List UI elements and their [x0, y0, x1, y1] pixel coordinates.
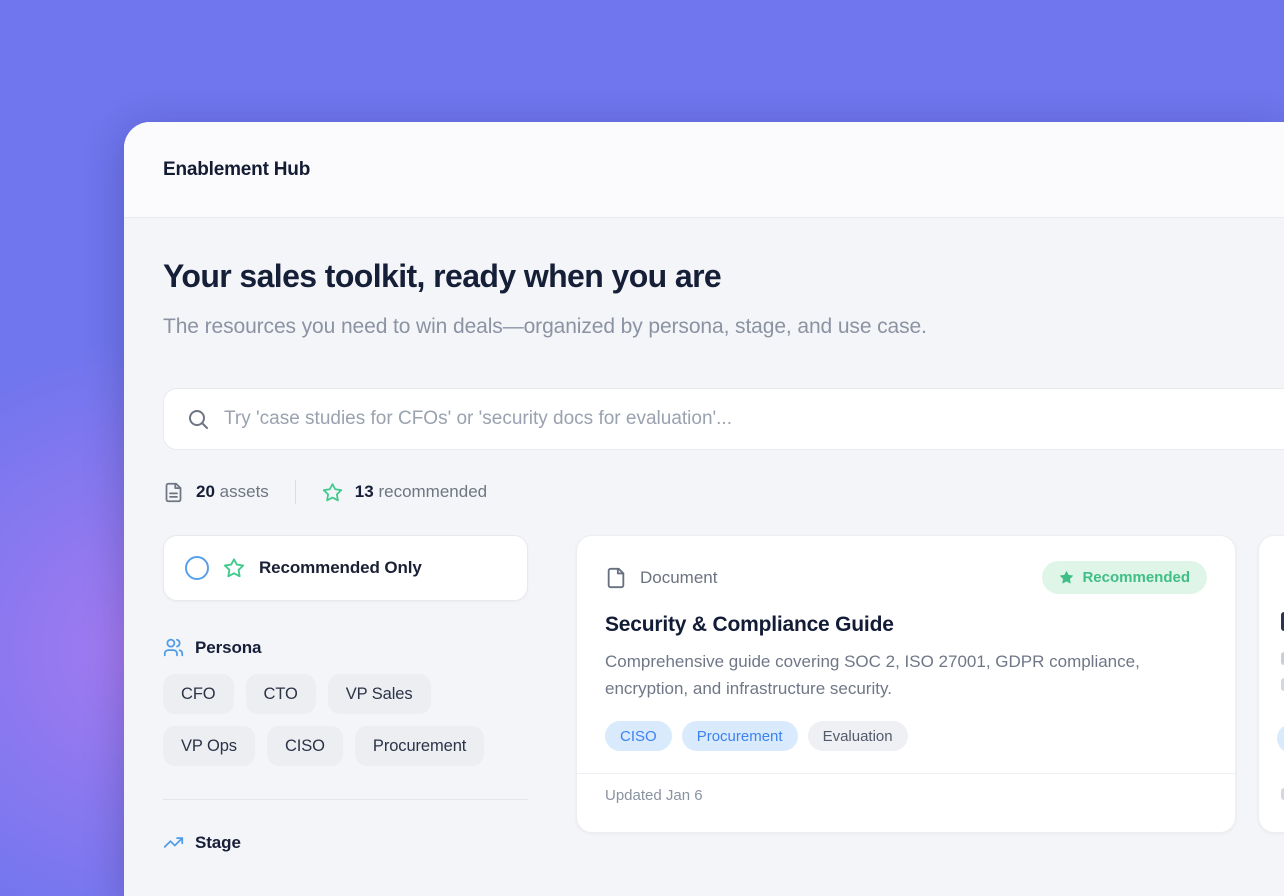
star-icon: [322, 482, 343, 503]
recommended-badge: Recommended: [1042, 561, 1207, 594]
file-icon: [605, 567, 627, 589]
tag-procurement: Procurement: [682, 721, 798, 751]
asset-type-label: Document: [640, 568, 717, 588]
persona-chip-vp-sales[interactable]: VP Sales: [328, 674, 431, 714]
results-grid: Document Recommended Security & Complian…: [576, 535, 1284, 833]
asset-title: Security & Compliance Guide: [605, 613, 1207, 637]
results-summary: 20 assets 13 recommended: [163, 480, 1284, 504]
page-title: Your sales toolkit, ready when you are: [163, 258, 1284, 295]
trending-up-icon: [163, 832, 184, 853]
assets-count: 20: [196, 482, 215, 501]
search-bar[interactable]: [163, 388, 1284, 450]
clipped-tag-fragment: [1277, 724, 1284, 753]
asset-card-partial[interactable]: [1258, 535, 1284, 833]
users-icon: [163, 637, 184, 658]
page-subtitle: The resources you need to win deals—orga…: [163, 310, 953, 343]
star-icon: [223, 557, 245, 579]
persona-chip-procurement[interactable]: Procurement: [355, 726, 484, 766]
page-body: Your sales toolkit, ready when you are T…: [124, 258, 1284, 853]
recommended-only-label: Recommended Only: [259, 558, 422, 578]
sidebar-divider: [163, 799, 528, 800]
tag-ciso: CISO: [605, 721, 672, 751]
stage-section-label: Stage: [195, 833, 241, 853]
persona-chip-cfo[interactable]: CFO: [163, 674, 234, 714]
app-window: Enablement Hub Your sales toolkit, ready…: [124, 122, 1284, 896]
asset-type-row: Document Recommended: [605, 561, 1207, 594]
persona-chip-ciso[interactable]: CISO: [267, 726, 343, 766]
search-icon: [186, 407, 210, 431]
persona-chip-vp-ops[interactable]: VP Ops: [163, 726, 255, 766]
persona-chip-cto[interactable]: CTO: [246, 674, 316, 714]
summary-divider: [295, 480, 296, 504]
search-input[interactable]: [224, 408, 1284, 430]
asset-description: Comprehensive guide covering SOC 2, ISO …: [605, 648, 1170, 702]
tag-evaluation: Evaluation: [808, 721, 908, 751]
asset-tags: CISO Procurement Evaluation: [605, 721, 1207, 751]
persona-section-head: Persona: [163, 637, 528, 658]
assets-label: assets: [220, 482, 269, 501]
app-title: Enablement Hub: [163, 159, 310, 181]
recommended-only-toggle[interactable]: Recommended Only: [163, 535, 528, 601]
star-filled-icon: [1059, 570, 1074, 585]
recommended-count: 13: [355, 482, 374, 501]
app-header: Enablement Hub: [124, 122, 1284, 218]
recommended-badge-label: Recommended: [1082, 569, 1190, 586]
filters-sidebar: Recommended Only Persona CFO CTO VP Sale…: [163, 535, 528, 853]
toggle-radio[interactable]: [185, 556, 209, 580]
asset-card[interactable]: Document Recommended Security & Complian…: [576, 535, 1236, 833]
persona-chips: CFO CTO VP Sales VP Ops CISO Procurement: [163, 674, 528, 766]
file-text-icon: [163, 482, 184, 503]
content-row: Recommended Only Persona CFO CTO VP Sale…: [163, 535, 1284, 853]
persona-section-label: Persona: [195, 638, 261, 658]
asset-updated: Updated Jan 6: [605, 774, 1207, 804]
recommended-label: recommended: [378, 482, 487, 501]
stage-section-head: Stage: [163, 832, 528, 853]
